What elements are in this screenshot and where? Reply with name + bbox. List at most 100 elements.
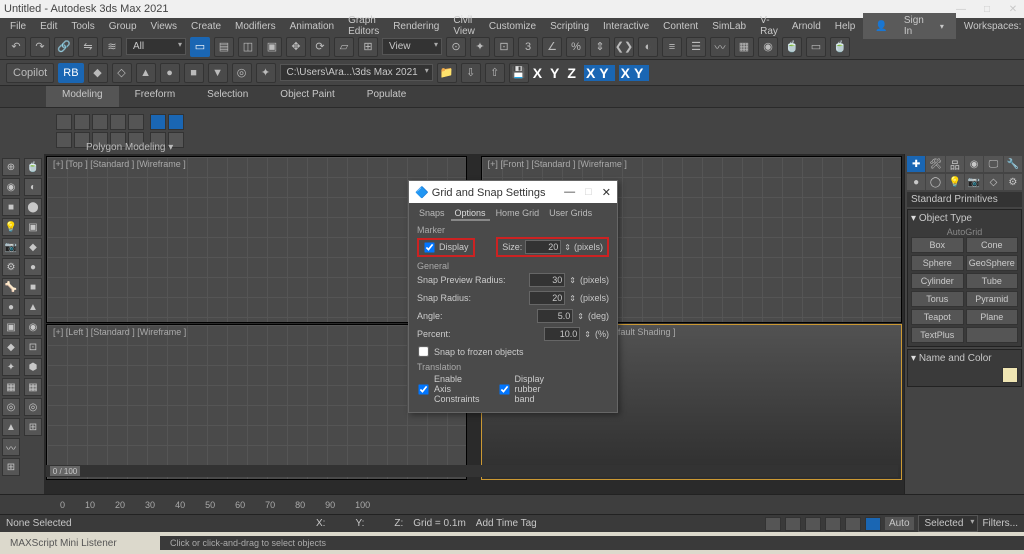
window-crossing-icon[interactable]: ▣ <box>262 37 282 57</box>
dialog-close-icon[interactable]: ✕ <box>602 186 611 199</box>
primitive-torus[interactable]: Torus <box>911 291 964 307</box>
lt2-icon[interactable]: ◉ <box>24 318 42 336</box>
selection-filter-dropdown[interactable]: All <box>126 38 186 55</box>
spinner-arrows-icon[interactable]: ⇕ <box>577 312 584 321</box>
percent-spinner[interactable]: 10.0 <box>544 327 580 341</box>
lt-icon[interactable]: 🦴 <box>2 278 20 296</box>
rib-btn-icon[interactable] <box>128 114 144 130</box>
time-slider[interactable]: 0 / 100 <box>46 465 898 477</box>
unlink-icon[interactable]: ⇋ <box>78 37 98 57</box>
lt2-icon[interactable]: ◐ <box>24 178 42 196</box>
spinner-arrows-icon[interactable]: ⇕ <box>564 243 571 252</box>
snap-toggle-icon[interactable]: 3 <box>518 37 538 57</box>
move-icon[interactable]: ✥ <box>286 37 306 57</box>
snap-preview-spinner[interactable]: 30 <box>529 273 565 287</box>
align-icon[interactable]: ≡ <box>662 37 682 57</box>
lt-icon[interactable]: ✦ <box>2 358 20 376</box>
tool-c-icon[interactable]: ▲ <box>136 63 156 83</box>
viewport-top[interactable]: [+] [Top ] [Standard ] [Wireframe ] <box>46 156 467 323</box>
curve-editor-icon[interactable]: 〰 <box>710 37 730 57</box>
axis-y-button[interactable]: Y <box>550 65 563 81</box>
dialog-tab-homegrid[interactable]: Home Grid <box>492 207 544 221</box>
display-tab-icon[interactable]: 🖵 <box>984 156 1002 172</box>
menu-modifiers[interactable]: Modifiers <box>229 20 282 33</box>
lt-icon[interactable]: ⊞ <box>2 458 20 476</box>
goto-start-icon[interactable] <box>765 517 781 531</box>
lt2-icon[interactable]: ● <box>24 258 42 276</box>
menu-views[interactable]: Views <box>145 20 184 33</box>
axis-z-button[interactable]: Z <box>567 65 580 81</box>
tool-h-icon[interactable]: ✦ <box>256 63 276 83</box>
copilot-button[interactable]: Copilot <box>6 63 54 83</box>
primitive-textplus[interactable]: TextPlus <box>911 327 964 343</box>
lt2-icon[interactable]: ⬢ <box>24 358 42 376</box>
ribbon-tab-freeform[interactable]: Freeform <box>119 86 192 107</box>
placement-icon[interactable]: ⊞ <box>358 37 378 57</box>
material-editor-icon[interactable]: ◉ <box>758 37 778 57</box>
folder-icon[interactable]: 📁 <box>437 63 457 83</box>
goto-end-icon[interactable] <box>845 517 861 531</box>
listener-label[interactable]: MAXScript Mini Listener <box>0 538 160 549</box>
create-tab-icon[interactable]: ✚ <box>907 156 925 172</box>
close-button[interactable]: ✕ <box>1006 4 1020 15</box>
snap-radius-spinner[interactable]: 20 <box>529 291 565 305</box>
lt2-icon[interactable]: 🍵 <box>24 158 42 176</box>
cameras-icon[interactable]: 📷 <box>965 174 983 190</box>
lt-icon[interactable]: ◆ <box>2 338 20 356</box>
ribbon-tab-selection[interactable]: Selection <box>191 86 264 107</box>
axis-x-button[interactable]: X <box>533 65 546 81</box>
menu-rendering[interactable]: Rendering <box>387 20 445 33</box>
tool-a-icon[interactable]: ◆ <box>88 63 108 83</box>
export-icon[interactable]: ⇧ <box>485 63 505 83</box>
spinner-snap-icon[interactable]: ⇕ <box>590 37 610 57</box>
scale-icon[interactable]: ▱ <box>334 37 354 57</box>
layers-icon[interactable]: ☰ <box>686 37 706 57</box>
rib-btn-icon[interactable] <box>56 132 72 148</box>
filters-button[interactable]: Filters... <box>982 518 1018 529</box>
primitive-geosphere[interactable]: GeoSphere <box>966 255 1019 271</box>
rib-btn-icon[interactable] <box>92 114 108 130</box>
lt-icon[interactable]: ▦ <box>2 378 20 396</box>
keymode-icon[interactable]: ⊡ <box>494 37 514 57</box>
tool-g-icon[interactable]: ◎ <box>232 63 252 83</box>
menu-grapheditors[interactable]: Graph Editors <box>342 14 385 38</box>
lt-icon[interactable]: ⚙ <box>2 258 20 276</box>
geometry-icon[interactable]: ● <box>907 174 925 190</box>
pivot-icon[interactable]: ⊙ <box>446 37 466 57</box>
display-checkbox[interactable] <box>424 242 434 252</box>
lt2-icon[interactable]: ◎ <box>24 398 42 416</box>
lt2-icon[interactable]: ⬤ <box>24 198 42 216</box>
signin-button[interactable]: 👤Sign In ▾ <box>863 13 955 39</box>
play-icon[interactable] <box>805 517 821 531</box>
menu-file[interactable]: File <box>4 20 32 33</box>
spinner-arrows-icon[interactable]: ⇕ <box>569 276 576 285</box>
schematic-icon[interactable]: ▦ <box>734 37 754 57</box>
lt-icon[interactable]: ▣ <box>2 318 20 336</box>
rotate-icon[interactable]: ⟳ <box>310 37 330 57</box>
tool-b-icon[interactable]: ◇ <box>112 63 132 83</box>
bind-icon[interactable]: ≋ <box>102 37 122 57</box>
dialog-tab-options[interactable]: Options <box>451 207 490 221</box>
redo-icon[interactable]: ↷ <box>30 37 50 57</box>
primitive-teapot[interactable]: Teapot <box>911 309 964 325</box>
dialog-tab-snaps[interactable]: Snaps <box>415 207 449 221</box>
frozen-checkbox[interactable] <box>418 346 428 356</box>
lt-icon[interactable]: ■ <box>2 198 20 216</box>
lt-icon[interactable]: ◉ <box>2 178 20 196</box>
rollout-objecttype[interactable]: ▾ Object Type <box>911 213 1018 224</box>
motion-tab-icon[interactable]: ◉ <box>965 156 983 172</box>
rollout-namecolor[interactable]: ▾ Name and Color <box>911 353 1018 364</box>
timeline[interactable]: 0 10 20 30 40 50 60 70 80 90 100 <box>0 494 1024 514</box>
menu-arnold[interactable]: Arnold <box>786 20 827 33</box>
undo-icon[interactable]: ↶ <box>6 37 26 57</box>
menu-scripting[interactable]: Scripting <box>544 20 595 33</box>
primitive-cone[interactable]: Cone <box>966 237 1019 253</box>
hierarchy-tab-icon[interactable]: 品 <box>946 156 964 172</box>
minimize-button[interactable]: — <box>954 4 968 15</box>
ribbon-tab-objectpaint[interactable]: Object Paint <box>264 86 350 107</box>
menu-customize[interactable]: Customize <box>483 20 542 33</box>
menu-interactive[interactable]: Interactive <box>597 20 655 33</box>
lt2-icon[interactable]: ◆ <box>24 238 42 256</box>
primitive-tube[interactable]: Tube <box>966 273 1019 289</box>
lt2-icon[interactable]: ■ <box>24 278 42 296</box>
